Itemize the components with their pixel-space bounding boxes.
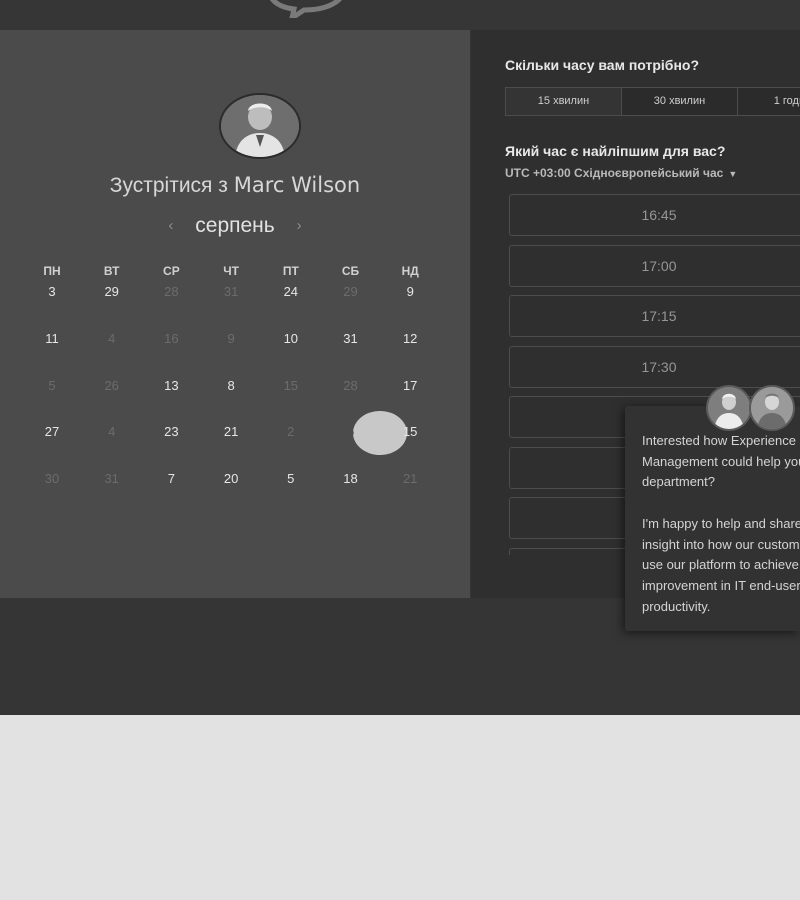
calendar-day: 29 xyxy=(343,284,358,299)
time-slot[interactable]: 16:45 xyxy=(509,194,800,236)
calendar-day[interactable]: 13 xyxy=(141,378,201,393)
calendar-day[interactable]: 20 xyxy=(201,471,261,486)
calendar-day[interactable]: 3 xyxy=(22,284,82,299)
time-slot[interactable]: 17:30 xyxy=(509,345,800,388)
calendar-day[interactable]: 29 xyxy=(82,284,142,299)
calendar-day: 4 xyxy=(108,330,116,346)
weekday-header: ЧТ xyxy=(223,264,239,278)
calendar-panel: Зустрітися з Marc Wilson ‹ серпень › ПН В… xyxy=(0,30,470,598)
month-navigator: ‹ серпень › xyxy=(0,214,470,238)
calendar-day[interactable]: 31 xyxy=(321,331,381,346)
timezone-selector[interactable]: UTC +03:00 Східноєвропейський час ▼ xyxy=(505,166,737,180)
weekday-header: ПТ xyxy=(282,264,299,278)
calendar-day[interactable]: 21 xyxy=(201,424,261,439)
calendar-day[interactable]: 9 xyxy=(380,284,440,299)
caret-down-icon: ▼ xyxy=(728,169,738,179)
calendar-day[interactable]: 15 xyxy=(380,424,440,439)
calendar-day[interactable]: 11 xyxy=(22,331,82,346)
calendar-day: 2 xyxy=(287,424,295,440)
meet-prefix: Зустрітися з xyxy=(109,174,228,197)
weekday-header: НД xyxy=(401,264,419,278)
duration-option-15[interactable]: 15 хвилин xyxy=(505,87,622,116)
duration-option-60[interactable]: 1 година xyxy=(737,87,800,116)
calendar-day: 31 xyxy=(104,471,119,487)
agent-avatar xyxy=(749,385,795,431)
calendar-day: 9 xyxy=(227,330,235,346)
calendar-day: 15 xyxy=(283,377,299,393)
calendar-day[interactable]: 12 xyxy=(380,331,440,346)
chat-agent-avatars[interactable] xyxy=(706,385,800,431)
time-question: Який час є найліпшим для вас? xyxy=(505,143,726,159)
speech-bubble-logo-icon xyxy=(269,0,342,18)
calendar-day[interactable]: 8 xyxy=(201,378,261,393)
calendar-day: 5 xyxy=(48,377,56,393)
duration-option-30[interactable]: 30 хвилин xyxy=(621,87,738,116)
calendar-day[interactable]: 10 xyxy=(261,331,321,346)
calendar-day: 26 xyxy=(104,377,119,393)
calendar-day: 28 xyxy=(164,284,179,299)
time-slot[interactable]: 17:15 xyxy=(509,295,800,337)
meet-title: Зустрітися з Marc Wilson xyxy=(0,173,470,198)
month-label: серпень xyxy=(195,214,275,237)
time-slot[interactable]: 17:00 xyxy=(509,244,800,287)
top-bar xyxy=(0,0,800,30)
host-avatar xyxy=(219,93,301,159)
calendar-day: 4 xyxy=(108,424,116,440)
calendar-day[interactable]: 27 xyxy=(22,424,82,439)
agent-avatar xyxy=(706,385,752,431)
calendar-day: 16 xyxy=(164,330,179,346)
timezone-label: UTC +03:00 Східноєвропейський час xyxy=(505,166,724,180)
weekday-header: ВТ xyxy=(103,264,120,278)
calendar-day[interactable]: 7 xyxy=(141,471,201,486)
calendar-day[interactable]: 18 xyxy=(321,471,381,486)
weekday-header: ПН xyxy=(43,264,61,278)
calendar-day[interactable]: 5 xyxy=(261,471,321,486)
calendar-day: 30 xyxy=(44,471,60,487)
calendar-day[interactable]: 24 xyxy=(261,284,321,299)
calendar-day[interactable]: 17 xyxy=(380,378,440,393)
prev-month-chevron-icon[interactable]: ‹ xyxy=(152,217,189,234)
calendar-day: 28 xyxy=(343,377,358,393)
person-icon xyxy=(708,387,750,429)
duration-selector: 15 хвилин 30 хвилин 1 година xyxy=(505,87,800,116)
chat-message: Interested how Experience Management cou… xyxy=(642,433,800,614)
host-name: Marc Wilson xyxy=(233,173,361,197)
person-icon xyxy=(221,95,299,157)
chat-popup[interactable]: Interested how Experience Management cou… xyxy=(625,406,800,631)
calendar-day: 21 xyxy=(402,471,418,487)
person-icon xyxy=(751,387,793,429)
calendar-day: 31 xyxy=(223,284,239,299)
weekday-header: СБ xyxy=(341,264,360,278)
calendar-day-selected[interactable]: 5 xyxy=(321,424,381,439)
duration-question: Скільки часу вам потрібно? xyxy=(505,57,700,73)
next-month-chevron-icon[interactable]: › xyxy=(281,217,318,234)
calendar-day[interactable]: 23 xyxy=(141,424,201,439)
weekday-header: СР xyxy=(163,264,180,278)
